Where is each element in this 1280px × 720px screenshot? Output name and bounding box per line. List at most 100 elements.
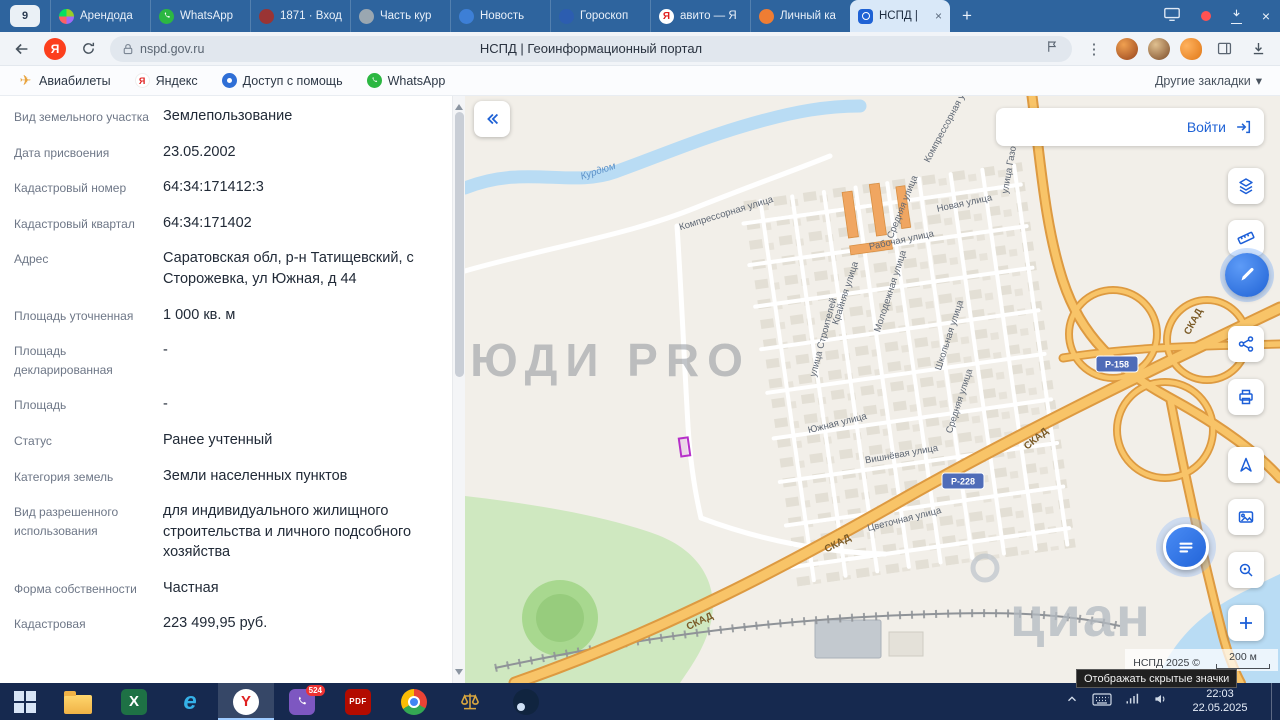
search-location-icon: [1236, 560, 1256, 580]
taskbar-viber[interactable]: 524: [274, 683, 330, 720]
row-value: -: [163, 340, 436, 379]
row-value: -: [163, 394, 436, 415]
tab-news[interactable]: Новость: [450, 0, 550, 32]
volume-icon[interactable]: [1153, 692, 1169, 711]
tab-lk[interactable]: Личный ка: [750, 0, 850, 32]
scrollbar-thumb[interactable]: [455, 112, 464, 377]
download-icon[interactable]: [1246, 37, 1270, 61]
map-canvas[interactable]: Р-158 Р-228 Курдюм Компрессорная улица К…: [465, 96, 1280, 683]
tab-avito-yandex[interactable]: авито — Я: [650, 0, 750, 32]
chat-fab-ring: [1156, 517, 1216, 577]
row-label: Кадастровый номер: [14, 177, 149, 198]
avito-favicon: [59, 9, 74, 24]
record-indicator-icon[interactable]: [1201, 11, 1211, 21]
search-login-bar[interactable]: Войти: [996, 108, 1264, 146]
row-value: для индивидуального жилищного строительс…: [163, 501, 436, 563]
tab-title: Новость: [480, 10, 524, 22]
yandex-logo-icon[interactable]: [44, 38, 66, 60]
zoom-in-button[interactable]: [1228, 605, 1264, 641]
show-desktop-button[interactable]: [1271, 683, 1276, 720]
tab-nspd-active[interactable]: НСПД | ×: [850, 0, 950, 32]
menu-kebab-icon[interactable]: ⋮: [1082, 37, 1106, 61]
profile-avatar-2[interactable]: [1148, 38, 1170, 60]
tab-arendoda[interactable]: Арендода: [50, 0, 150, 32]
bookmark-whatsapp[interactable]: WhatsApp: [367, 73, 446, 88]
login-button[interactable]: Войти: [1187, 119, 1226, 135]
start-button[interactable]: [0, 683, 50, 720]
steam-icon: [513, 689, 539, 715]
detail-row: СтатусРанее учтенный: [14, 430, 436, 451]
taskbar-ie[interactable]: e: [162, 683, 218, 720]
detail-row: Вид разрешенного использованиядля индиви…: [14, 501, 436, 563]
screenshot-button[interactable]: [1228, 499, 1264, 535]
network-icon[interactable]: [1125, 692, 1140, 711]
ruler-icon: [1236, 228, 1256, 248]
taskbar-excel[interactable]: [106, 683, 162, 720]
horoscope-favicon: [559, 9, 574, 24]
scale-label: 200 м: [1229, 651, 1257, 663]
keyboard-icon[interactable]: [1092, 691, 1112, 712]
tab-close-icon[interactable]: ×: [935, 10, 942, 22]
profile-avatar[interactable]: [1116, 38, 1138, 60]
bookmark-access[interactable]: Доступ с помощь: [222, 73, 343, 88]
detail-row: Кадастровая223 499,95 руб.: [14, 613, 436, 634]
window-close-icon[interactable]: ×: [1262, 8, 1270, 24]
windows-taskbar: e 524 PDF 22:03 22.05.2025: [0, 683, 1280, 720]
taskbar-steam[interactable]: [498, 683, 554, 720]
internet-explorer-icon: e: [183, 688, 196, 716]
bookmark-yandex[interactable]: Яндекс: [135, 73, 198, 88]
tab-mail[interactable]: 1871 · Вход: [250, 0, 350, 32]
new-tab-button[interactable]: +: [954, 3, 980, 29]
system-tray: 22:03 22.05.2025: [1065, 683, 1280, 720]
bookmark-flag-icon[interactable]: [1045, 39, 1060, 59]
address-domain: nspd.gov.ru: [122, 42, 204, 56]
other-bookmarks-button[interactable]: Другие закладки▾: [1155, 73, 1262, 88]
chat-fab-button[interactable]: [1163, 524, 1209, 570]
tab-title: Личный ка: [780, 10, 836, 22]
pencil-icon: [1236, 264, 1258, 286]
downloads-icon[interactable]: [1231, 8, 1242, 24]
taskbar-pdf[interactable]: PDF: [330, 683, 386, 720]
tab-horoscope[interactable]: Гороскоп: [550, 0, 650, 32]
taskbar-consultant[interactable]: [442, 683, 498, 720]
share-button[interactable]: [1228, 326, 1264, 362]
scroll-down-arrow[interactable]: [455, 669, 463, 679]
selected-parcel-highlight[interactable]: [679, 437, 690, 456]
collapse-panel-button[interactable]: [474, 101, 510, 137]
measure-button[interactable]: [1228, 220, 1264, 256]
print-button[interactable]: [1228, 379, 1264, 415]
bookmarks-bar: ✈Авиабилеты Яндекс Доступ с помощь Whats…: [0, 66, 1280, 96]
taskbar-chrome[interactable]: [386, 683, 442, 720]
taskbar-explorer[interactable]: [50, 683, 106, 720]
sidebar-panel-icon[interactable]: [1212, 37, 1236, 61]
show-hidden-icons-button[interactable]: [1065, 692, 1079, 711]
address-bar[interactable]: nspd.gov.ru НСПД | Геоинформационный пор…: [110, 36, 1072, 62]
screen-share-icon[interactable]: [1163, 5, 1181, 28]
bookmark-aviabilety[interactable]: ✈Авиабилеты: [18, 73, 111, 88]
chrome-icon: [401, 689, 427, 715]
map-attribution: НСПД 2025 © 200 м: [1125, 649, 1278, 671]
watermark-ludi-pro: ЛЮДИ PRO: [465, 334, 751, 386]
layers-button[interactable]: [1228, 168, 1264, 204]
taskbar-yandex-browser[interactable]: [218, 683, 274, 720]
detail-row: Кадастровый номер64:34:171412:3: [14, 177, 436, 198]
draw-tool-button-active[interactable]: [1225, 253, 1269, 297]
locate-button[interactable]: [1228, 447, 1264, 483]
tab-title: авито — Я: [680, 10, 737, 22]
mail-favicon: [259, 9, 274, 24]
search-on-map-button[interactable]: [1228, 552, 1264, 588]
taskbar-clock[interactable]: 22:03 22.05.2025: [1182, 688, 1258, 714]
tab-title: НСПД |: [879, 10, 918, 22]
browser-tab-bar: 9 Арендода WhatsApp 1871 · Вход Часть ку…: [0, 0, 1280, 32]
tab-whatsapp[interactable]: WhatsApp: [150, 0, 250, 32]
chat-lines-icon: [1175, 536, 1197, 558]
tab-course[interactable]: Часть кур: [350, 0, 450, 32]
squirrel-icon[interactable]: [1180, 38, 1202, 60]
panel-scrollbar[interactable]: [452, 96, 465, 683]
building: [889, 632, 923, 656]
tab-counter[interactable]: 9: [10, 5, 40, 27]
scroll-up-arrow[interactable]: [455, 100, 463, 110]
refresh-icon[interactable]: [76, 37, 100, 61]
generic-favicon: [359, 9, 374, 24]
back-icon[interactable]: [10, 37, 34, 61]
